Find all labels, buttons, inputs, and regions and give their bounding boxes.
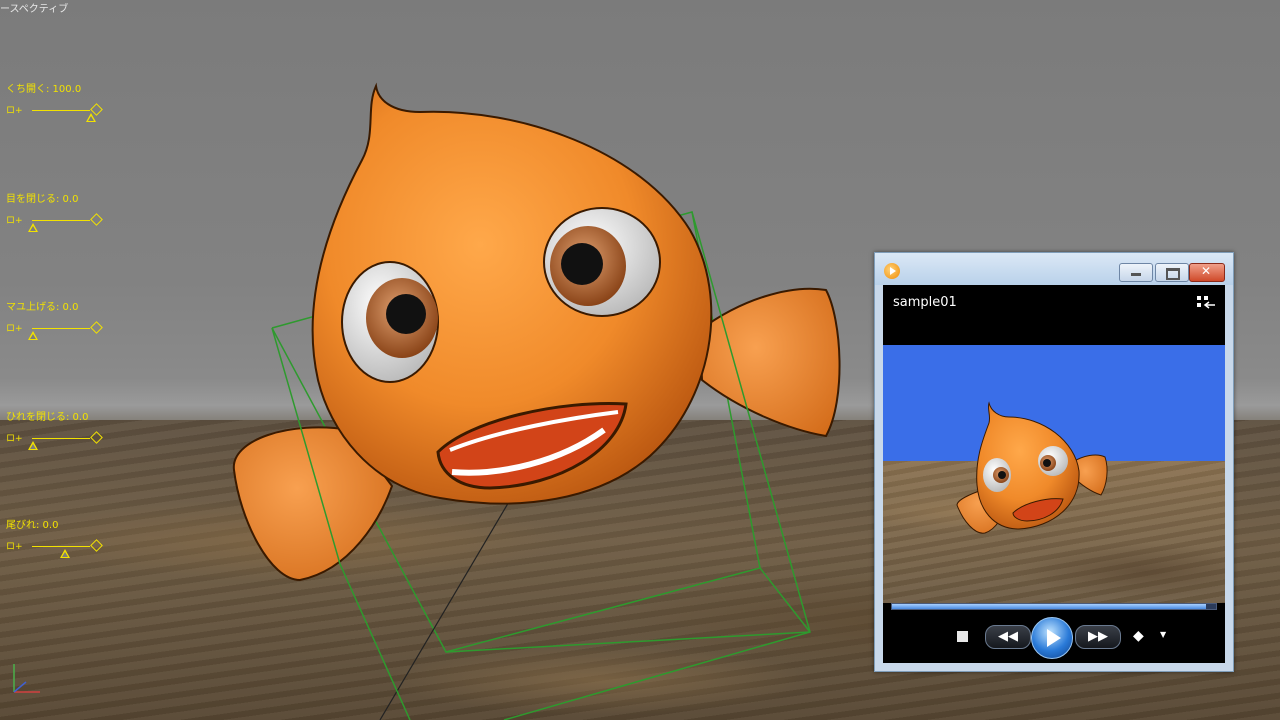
close-icon[interactable] (1189, 263, 1225, 282)
morph-control: くち開く: 100.0 ロ+ (6, 80, 116, 122)
player-titlebar[interactable] (875, 253, 1233, 285)
morph-control-label: くち開く: 100.0 (6, 84, 82, 95)
morph-slider[interactable]: ロ+ (6, 213, 116, 232)
minimize-icon[interactable] (1119, 263, 1153, 282)
axis-gizmo (13, 664, 40, 693)
switch-view-icon[interactable] (1195, 294, 1217, 312)
morph-control: ひれを閉じる: 0.0 ロ+ (6, 408, 116, 450)
video-area[interactable] (883, 345, 1225, 603)
media-player-window[interactable]: sample01 ◀◀ ▶▶ ◆ ▼ (874, 252, 1234, 672)
player-title: sample01 (893, 295, 957, 310)
play-icon[interactable] (1031, 617, 1073, 659)
right-fin (698, 287, 841, 438)
slider-key-icon[interactable]: ロ+ (6, 321, 23, 334)
slider-key-icon[interactable]: ロ+ (6, 213, 23, 226)
morph-slider[interactable]: ロ+ (6, 321, 116, 340)
slider-track[interactable] (32, 546, 90, 547)
morph-slider[interactable]: ロ+ (6, 539, 116, 558)
slider-key-icon[interactable]: ロ+ (6, 539, 23, 552)
slider-thumb[interactable] (28, 441, 38, 450)
morph-control: 目を閉じる: 0.0 ロ+ (6, 190, 116, 232)
media-player-icon (884, 263, 900, 279)
morph-slider[interactable]: ロ+ (6, 103, 116, 122)
video-fish (956, 401, 1108, 534)
morph-control: 尾びれ: 0.0 ロ+ (6, 516, 116, 558)
slider-track[interactable] (32, 328, 90, 329)
slider-track[interactable] (32, 220, 90, 221)
rewind-icon[interactable]: ◀◀ (985, 625, 1031, 649)
volume-icon[interactable]: ◆ (1133, 628, 1144, 644)
playback-controls: ◀◀ ▶▶ ◆ ▼ (883, 617, 1225, 659)
slider-end-diamond-icon[interactable] (90, 321, 103, 334)
pivot-line (379, 499, 511, 720)
stop-icon[interactable] (957, 631, 968, 642)
slider-thumb[interactable] (28, 331, 38, 340)
morph-control-label: 目を閉じる: 0.0 (6, 194, 79, 205)
slider-key-icon[interactable]: ロ+ (6, 103, 23, 116)
morph-control: マユ上げる: 0.0 ロ+ (6, 298, 116, 340)
slider-thumb[interactable] (28, 223, 38, 232)
slider-thumb[interactable] (59, 549, 70, 558)
slider-track[interactable] (32, 110, 90, 111)
viewport-label: ースペクティブ (0, 4, 69, 15)
morph-control-label: マユ上げる: 0.0 (6, 302, 79, 313)
morph-control-label: 尾びれ: 0.0 (6, 520, 59, 531)
player-body: sample01 ◀◀ ▶▶ ◆ ▼ (883, 285, 1225, 663)
fast-forward-icon[interactable]: ▶▶ (1075, 625, 1121, 649)
slider-key-icon[interactable]: ロ+ (6, 431, 23, 444)
seek-bar[interactable] (891, 603, 1217, 610)
morph-control-label: ひれを閉じる: 0.0 (6, 412, 89, 423)
slider-end-diamond-icon[interactable] (90, 431, 103, 444)
morph-slider[interactable]: ロ+ (6, 431, 116, 450)
maximize-icon[interactable] (1155, 263, 1189, 282)
slider-track[interactable] (32, 438, 90, 439)
slider-end-diamond-icon[interactable] (90, 539, 103, 552)
slider-end-diamond-icon[interactable] (90, 213, 103, 226)
slider-thumb[interactable] (86, 113, 96, 122)
chevron-down-icon[interactable]: ▼ (1160, 630, 1166, 639)
seek-progress (892, 604, 1207, 609)
